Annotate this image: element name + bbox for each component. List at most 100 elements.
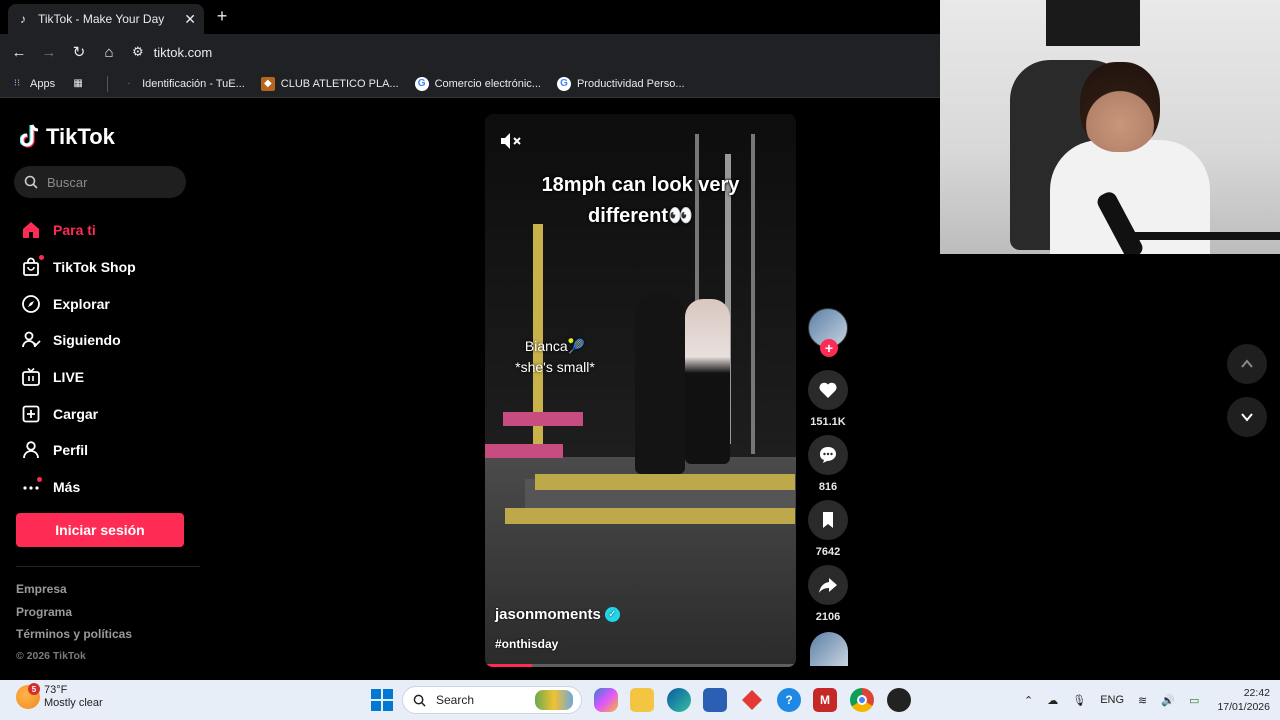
- chevron-down-icon: [1241, 413, 1253, 422]
- sidebar-item-label: Para ti: [53, 222, 96, 239]
- address-bar[interactable]: ⚙ tiktok.com: [126, 38, 916, 66]
- clock-date: 17/01/2026: [1217, 701, 1270, 713]
- bookmark-2[interactable]: ◆ CLUB ATLETICO PLA...: [260, 76, 399, 91]
- browser-tab-bar: ♪ TikTok - Make Your Day ✕ +: [0, 0, 940, 34]
- bookmark-3[interactable]: G Comercio electrónic...: [414, 76, 541, 91]
- microphone-icon[interactable]: 🎙: [1072, 694, 1086, 707]
- sidebar-item-live[interactable]: LIVE: [20, 359, 200, 396]
- tray-chevron-up-icon[interactable]: ⌃: [1024, 694, 1033, 707]
- like-count: 151.1K: [810, 416, 846, 428]
- sidebar-item-tiktok-shop[interactable]: TikTok Shop: [20, 249, 200, 286]
- follow-plus-icon[interactable]: +: [820, 339, 838, 357]
- bookmark-apps[interactable]: ⁝⁝ Apps: [10, 77, 55, 91]
- search-icon: [24, 175, 38, 189]
- creator-avatar[interactable]: +: [808, 308, 848, 357]
- new-tab-icon[interactable]: +: [212, 6, 232, 26]
- red-diamond-app-icon[interactable]: [740, 688, 764, 712]
- save-button[interactable]: [808, 500, 848, 540]
- sidebar-nav: Para ti TikTok Shop Explorar Siguiendo L…: [20, 212, 200, 506]
- store-icon[interactable]: [703, 688, 727, 712]
- bookmark-1[interactable]: · Identificación - TuE...: [122, 77, 244, 91]
- video-progress-bar[interactable]: [485, 664, 796, 667]
- screen: ♪ TikTok - Make Your Day ✕ + ← → ↻ ⌂ ⚙ t…: [0, 0, 1280, 720]
- tiktok-favicon-icon: ♪: [20, 12, 26, 26]
- address-text: tiktok.com: [153, 44, 213, 60]
- sidebar-item-cargar[interactable]: Cargar: [20, 395, 200, 432]
- chrome-icon[interactable]: [850, 688, 874, 712]
- video-scene-person: [685, 299, 730, 464]
- language-indicator[interactable]: ENG: [1100, 694, 1124, 706]
- edge-icon[interactable]: [667, 688, 691, 712]
- share-button[interactable]: [808, 565, 848, 605]
- sidebar-footer: Empresa Programa Términos y políticas © …: [16, 582, 132, 672]
- close-tab-icon[interactable]: ✕: [184, 11, 196, 28]
- browser-tab[interactable]: ♪ TikTok - Make Your Day ✕: [8, 4, 204, 34]
- logo-text: TikTok: [46, 124, 115, 149]
- onedrive-icon[interactable]: ☁: [1047, 694, 1058, 707]
- share-icon: [819, 578, 837, 593]
- webcam-overlay: [940, 0, 1280, 254]
- bookmark-tab-groups[interactable]: ▦: [71, 77, 91, 91]
- back-icon[interactable]: ←: [4, 37, 34, 67]
- start-tile: [383, 701, 393, 711]
- obs-icon[interactable]: [887, 688, 911, 712]
- file-explorer-icon[interactable]: [630, 688, 654, 712]
- video-progress-fill: [485, 664, 532, 667]
- login-button[interactable]: Iniciar sesión: [16, 513, 184, 547]
- volume-icon[interactable]: 🔊: [1161, 694, 1175, 707]
- caption-line: different👀: [588, 205, 693, 227]
- video-scene-treadmill-rail: [535, 474, 795, 490]
- search-placeholder: Buscar: [47, 174, 88, 190]
- taskbar-search[interactable]: Search: [402, 686, 582, 714]
- mute-icon[interactable]: [499, 130, 523, 152]
- reload-icon[interactable]: ↻: [64, 37, 94, 67]
- chevron-up-icon: [1241, 359, 1253, 368]
- comment-button[interactable]: [808, 435, 848, 475]
- sidebar-item-mas[interactable]: Más: [20, 469, 200, 506]
- next-creator-avatar[interactable]: [810, 632, 848, 666]
- video-hashtag[interactable]: #onthisday: [495, 637, 558, 651]
- sidebar-item-para-ti[interactable]: Para ti: [20, 212, 200, 249]
- sidebar-item-label: Cargar: [53, 405, 99, 422]
- previous-video-button[interactable]: [1227, 344, 1267, 384]
- home-browser-icon[interactable]: ⌂: [94, 37, 124, 67]
- sidebar-item-label: Perfil: [53, 442, 89, 459]
- help-icon[interactable]: ?: [777, 688, 801, 712]
- start-button[interactable]: [371, 689, 393, 711]
- footer-link-programa[interactable]: Programa: [16, 605, 132, 628]
- sidebar-item-perfil[interactable]: Perfil: [20, 432, 200, 469]
- bookmark-4[interactable]: G Productividad Perso...: [556, 76, 685, 91]
- tiktok-logo[interactable]: TikTok: [20, 124, 115, 150]
- sidebar-item-siguiendo[interactable]: Siguiendo: [20, 322, 200, 359]
- bookmark-label: Apps: [30, 77, 56, 90]
- bookmark-label: CLUB ATLETICO PLA...: [280, 77, 399, 90]
- video-author[interactable]: jasonmoments ✓: [495, 606, 620, 623]
- copilot-icon[interactable]: [594, 688, 618, 712]
- taskbar-clock[interactable]: 22:42 17/01/2026: [1208, 686, 1270, 714]
- weather-badge: 5: [28, 683, 40, 695]
- footer-link-empresa[interactable]: Empresa: [16, 582, 132, 605]
- video-player[interactable]: 18mph can look very different👀 Bianca🎾 *…: [485, 114, 796, 667]
- mcafee-icon[interactable]: M: [813, 688, 837, 712]
- start-tile: [371, 689, 381, 699]
- wifi-icon[interactable]: ≋: [1138, 694, 1147, 707]
- like-button[interactable]: [808, 370, 848, 410]
- sidebar-item-label: Más: [53, 479, 81, 496]
- bookmark-favicon-icon: ·: [127, 78, 131, 89]
- save-count: 7642: [815, 546, 841, 558]
- shop-bag-icon: [20, 255, 44, 278]
- forward-icon[interactable]: →: [34, 37, 64, 67]
- live-tv-icon: [20, 366, 42, 388]
- site-info-icon[interactable]: ⚙: [132, 44, 144, 60]
- search-input[interactable]: Buscar: [14, 166, 186, 198]
- webcam-scene-monitor: [1046, 0, 1140, 46]
- weather-widget[interactable]: 5 73°F Mostly clear: [16, 683, 103, 710]
- sidebar-item-explorar[interactable]: Explorar: [20, 285, 200, 322]
- footer-link-terminos[interactable]: Términos y políticas: [16, 627, 132, 650]
- user-following-icon: [20, 329, 42, 351]
- author-name: jasonmoments: [495, 606, 601, 623]
- battery-icon[interactable]: ▭: [1189, 694, 1199, 707]
- next-video-button[interactable]: [1227, 397, 1267, 437]
- windows-taskbar: 5 73°F Mostly clear Search ? M ⌃ ☁ 🎙 ENG…: [0, 680, 1280, 720]
- share-count: 2106: [815, 611, 841, 623]
